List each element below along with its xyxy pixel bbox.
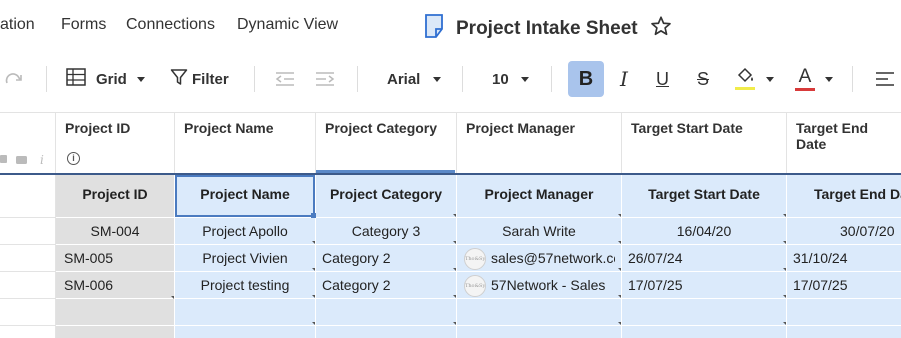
toolbar-divider [46, 66, 47, 92]
chevron-down-icon [520, 76, 529, 82]
cell-project-manager[interactable]: 57Network - Sales [491, 277, 615, 293]
cell-project-name[interactable]: Project Vivien [175, 250, 315, 266]
column-header-project-name[interactable]: Project Name [175, 113, 316, 173]
column-header-project-category[interactable]: Project Category [316, 113, 457, 173]
cell-project-category[interactable]: Category 2 [322, 277, 454, 293]
top-nav: ation Forms Connections Dynamic View Pro… [0, 0, 901, 52]
nav-item-connections[interactable]: Connections [126, 16, 215, 34]
cell-project-name[interactable]: Project Apollo [175, 223, 315, 239]
toolbar-divider [551, 66, 552, 92]
filter-icon [170, 68, 188, 90]
sheet-icon [424, 14, 444, 43]
column-header-target-end-date[interactable]: Target End Date [787, 113, 901, 173]
strikethrough-button[interactable]: S [697, 58, 709, 100]
cell-header-target-start-date[interactable]: Target Start Date [622, 186, 786, 202]
font-size-select[interactable]: 10 [492, 58, 529, 100]
font-size-value: 10 [492, 70, 509, 88]
highlight-color-button[interactable] [735, 58, 774, 100]
font-family-value: Arial [387, 70, 421, 88]
cell-target-start-date[interactable]: 26/07/24 [628, 250, 784, 266]
info-icon[interactable]: i [67, 152, 80, 165]
cell-project-category[interactable]: Category 2 [322, 250, 454, 266]
column-header-row: i Project ID Project Name Project Catego… [0, 112, 901, 173]
toolbar-divider [254, 66, 255, 92]
row-divider [0, 217, 56, 218]
grid-view-button[interactable]: Grid [66, 58, 145, 100]
nav-item-forms[interactable]: Forms [61, 16, 106, 34]
row-number-gutter [0, 175, 56, 338]
avatar: Tho&Sys [464, 248, 486, 270]
cell-project-manager[interactable]: sales@57network.com [491, 250, 615, 266]
cell-header-project-manager[interactable]: Project Manager [457, 186, 621, 202]
avatar: Tho&Sys [464, 275, 486, 297]
toolbar-divider [462, 66, 463, 92]
font-family-select[interactable]: Arial [387, 58, 442, 100]
highlight-color-swatch [735, 87, 755, 90]
filter-label: Filter [192, 70, 229, 88]
nav-item-automation[interactable]: ation [0, 16, 35, 34]
underline-button[interactable]: U [656, 58, 669, 100]
chevron-down-icon [136, 76, 145, 82]
column-header-project-manager[interactable]: Project Manager [457, 113, 622, 173]
cell-header-target-end-date[interactable]: Target End Date [814, 186, 901, 202]
italic-button[interactable]: I [620, 58, 628, 100]
cell-target-end-date[interactable]: 17/07/25 [793, 277, 901, 293]
grid-icon [66, 68, 86, 90]
row-divider [0, 271, 56, 272]
text-color-icon: A [795, 66, 815, 92]
cell-target-end-date[interactable]: 31/10/24 [793, 250, 901, 266]
outdent-icon[interactable] [275, 58, 295, 100]
cell-project-id[interactable]: SM-006 [64, 277, 172, 293]
align-left-icon[interactable] [875, 58, 895, 100]
filter-button[interactable]: Filter [170, 58, 229, 100]
cell-project-id[interactable]: SM-005 [64, 250, 172, 266]
grid-view-label: Grid [96, 70, 127, 88]
cell-target-start-date[interactable]: 16/04/20 [622, 223, 786, 239]
cell-project-category[interactable]: Category 3 [316, 223, 456, 239]
nav-item-dynamic-view[interactable]: Dynamic View [237, 16, 338, 34]
cell-project-manager[interactable]: Sarah Write [457, 223, 621, 239]
row-divider [0, 325, 56, 326]
favorite-star-icon[interactable] [650, 15, 672, 42]
cell-project-id[interactable]: SM-004 [56, 223, 174, 239]
redo-icon[interactable] [4, 58, 24, 100]
cell-header-project-id[interactable]: Project ID [56, 186, 174, 202]
bold-button[interactable]: B [568, 61, 604, 97]
toolbar-divider [852, 66, 853, 92]
svg-text:i: i [40, 153, 44, 167]
paint-bucket-icon [735, 66, 755, 92]
active-cell-outline [175, 175, 315, 217]
row-divider [0, 244, 56, 245]
row-divider [0, 298, 56, 299]
column-header-target-start-date[interactable]: Target Start Date [622, 113, 787, 173]
cell-header-project-category[interactable]: Project Category [316, 186, 456, 202]
row-tools-header: i [0, 113, 56, 173]
text-color-button[interactable]: A [795, 58, 833, 100]
indent-icon[interactable] [315, 58, 335, 100]
toolbar-divider [357, 66, 358, 92]
chevron-down-icon [825, 76, 833, 82]
cell-target-end-date[interactable]: 30/07/20 [840, 223, 901, 239]
chevron-down-icon [433, 76, 442, 82]
cell-target-start-date[interactable]: 17/07/25 [628, 277, 784, 293]
toolbar: Grid Filter Arial 10 B I U S A [0, 58, 901, 100]
document-title[interactable]: Project Intake Sheet [456, 18, 638, 40]
fill-handle[interactable] [311, 213, 316, 218]
document-title-area: Project Intake Sheet [424, 14, 672, 43]
text-color-swatch [795, 88, 815, 91]
chevron-down-icon [766, 76, 774, 82]
cell-project-name[interactable]: Project testing [175, 277, 315, 293]
